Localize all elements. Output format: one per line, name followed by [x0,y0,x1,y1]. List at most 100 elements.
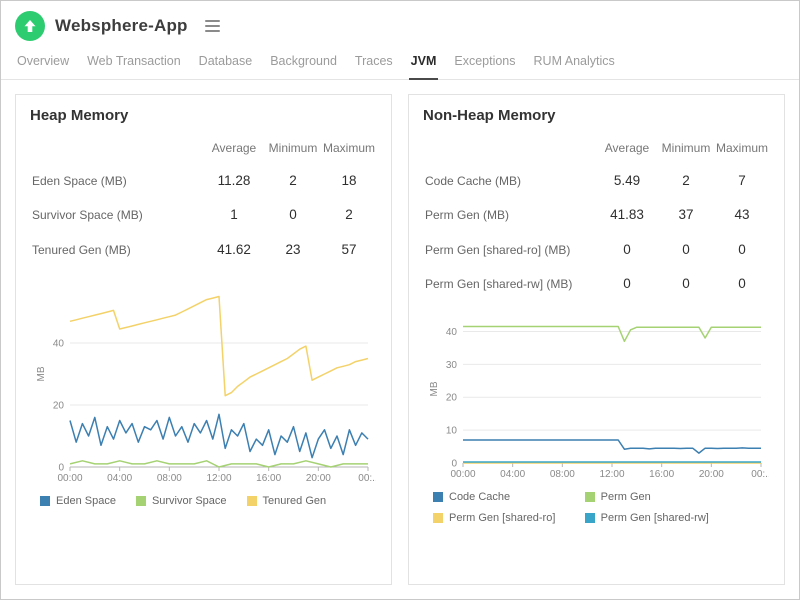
metric-value: 7 [738,173,746,189]
card-title-non-heap: Non-Heap Memory [423,107,556,124]
metric-value: 37 [678,207,694,223]
tab-exceptions[interactable]: Exceptions [452,48,517,79]
legend-item[interactable]: Perm Gen [shared-ro] [433,512,585,524]
heap-chart-legend: Eden Space Survivor Space Tenured Gen [30,495,377,507]
svg-text:40: 40 [53,338,65,349]
non-heap-metrics-table: Average Minimum Maximum Code Cache (MB) 5.49… [423,132,770,301]
svg-text:04:00: 04:00 [500,469,525,480]
metric-value: 2 [682,173,690,189]
legend-swatch [433,513,443,524]
svg-text:MB: MB [429,381,440,396]
metric-value: 0 [289,207,297,223]
legend-label: Code Cache [449,491,511,504]
metric-value: 0 [682,241,690,257]
heap-memory-chart: 0 20 40 00:00 04:00 08:00 12:00 16:00 20:00 00:..… [36,295,376,484]
column-header: Minimum [661,141,711,155]
tab-jvm[interactable]: JVM [408,48,439,80]
status-up-icon [15,11,45,41]
legend-swatch [135,495,146,506]
legend-item[interactable]: Survivor Space [135,494,227,507]
non-heap-memory-chart: 0 10 20 30 40 00:00 04:00 08:00 12:00 16:00 20:00 0… [429,325,769,480]
svg-text:16:00: 16:00 [649,469,674,480]
row-label: Eden Space (MB) [32,174,127,189]
svg-text:00:00: 00:00 [450,469,475,480]
column-header: Maximum [323,141,376,155]
metric-value: 0 [623,241,631,257]
non-heap-chart-legend: Code Cache Perm Gen Perm Gen [shared-ro] Pe… [423,491,770,533]
heap-memory-card: Heap Memory Average Minimum Maximum Eden Sp… [15,94,392,585]
non-heap-memory-card: Non-Heap Memory Average Minimum Maximum Cod… [408,94,785,585]
card-title-heap: Heap Memory [30,107,129,124]
tab-overview[interactable]: Overview [15,48,71,79]
metric-value: 41.62 [217,241,251,257]
svg-text:00:00: 00:00 [57,473,82,484]
svg-text:0: 0 [58,462,64,473]
svg-text:40: 40 [446,327,458,338]
legend-item[interactable]: Tenured Gen [246,495,326,507]
legend-item[interactable]: Eden Space [40,495,116,507]
metric-value: 43 [734,207,750,223]
row-label: Perm Gen (MB) [425,208,510,223]
metric-value: 11.28 [217,173,251,189]
legend-label: Eden Space [56,494,116,507]
heap-metrics-table: Average Minimum Maximum Eden Space (MB) 11.2… [30,132,377,267]
arrow-up-icon [24,20,36,32]
tab-database[interactable]: Database [197,48,255,79]
metric-value: 1 [230,207,238,223]
tab-background[interactable]: Background [268,48,339,79]
metric-value: 0 [682,275,690,291]
svg-text:00:..: 00:.. [751,469,769,480]
svg-text:16:00: 16:00 [256,473,281,484]
column-header: Maximum [716,141,769,155]
svg-text:20: 20 [446,393,458,404]
metric-value: 23 [285,241,301,257]
svg-text:10: 10 [446,426,458,437]
row-label: Tenured Gen (MB) [32,242,131,257]
content-area: Heap Memory Average Minimum Maximum Eden Sp… [1,80,799,599]
svg-text:08:00: 08:00 [157,473,182,484]
tab-web-transaction[interactable]: Web Transaction [85,48,183,79]
tab-rum-analytics[interactable]: RUM Analytics [532,48,617,79]
legend-item[interactable]: Perm Gen [584,491,737,504]
svg-text:0: 0 [451,459,457,470]
svg-text:00:..: 00:.. [358,473,376,484]
metric-value: 0 [738,275,746,291]
svg-text:30: 30 [446,360,458,371]
row-label: Perm Gen [shared-ro] (MB) [425,242,571,257]
legend-item[interactable]: Code Cache [433,491,585,503]
metric-value: 41.83 [610,207,644,223]
legend-swatch [584,492,595,503]
svg-text:20:00: 20:00 [306,473,331,484]
legend-label: Perm Gen [shared-ro] [449,512,556,525]
legend-swatch [246,495,257,506]
column-header: Average [604,141,650,155]
row-label: Survivor Space (MB) [32,208,143,223]
svg-text:04:00: 04:00 [107,473,132,484]
metric-value: 5.49 [613,173,641,189]
metric-value: 18 [341,173,357,189]
column-header: Average [211,141,257,155]
tab-traces[interactable]: Traces [353,48,395,79]
column-header: Minimum [268,141,318,155]
metric-value: 0 [623,275,631,291]
svg-text:12:00: 12:00 [206,473,231,484]
svg-text:20: 20 [53,400,65,411]
svg-text:20:00: 20:00 [699,469,724,480]
svg-text:08:00: 08:00 [550,469,575,480]
app-header: Websphere-App [1,1,799,48]
svg-text:12:00: 12:00 [599,469,624,480]
hamburger-menu-icon[interactable] [202,17,223,35]
row-label: Code Cache (MB) [425,174,522,189]
app-window: Websphere-App Overview Web Transaction Dat… [0,0,800,600]
row-label: Perm Gen [shared-rw] (MB) [425,276,573,291]
metric-value: 0 [738,241,746,257]
app-title: Websphere-App [55,16,188,35]
legend-label: Survivor Space [151,494,227,507]
legend-label: Perm Gen [600,491,651,504]
legend-swatch [584,513,595,524]
legend-item[interactable]: Perm Gen [shared-rw] [584,512,737,524]
svg-text:MB: MB [36,366,47,381]
metric-value: 57 [341,241,357,257]
metric-value: 2 [345,207,353,223]
metric-value: 2 [289,173,297,189]
